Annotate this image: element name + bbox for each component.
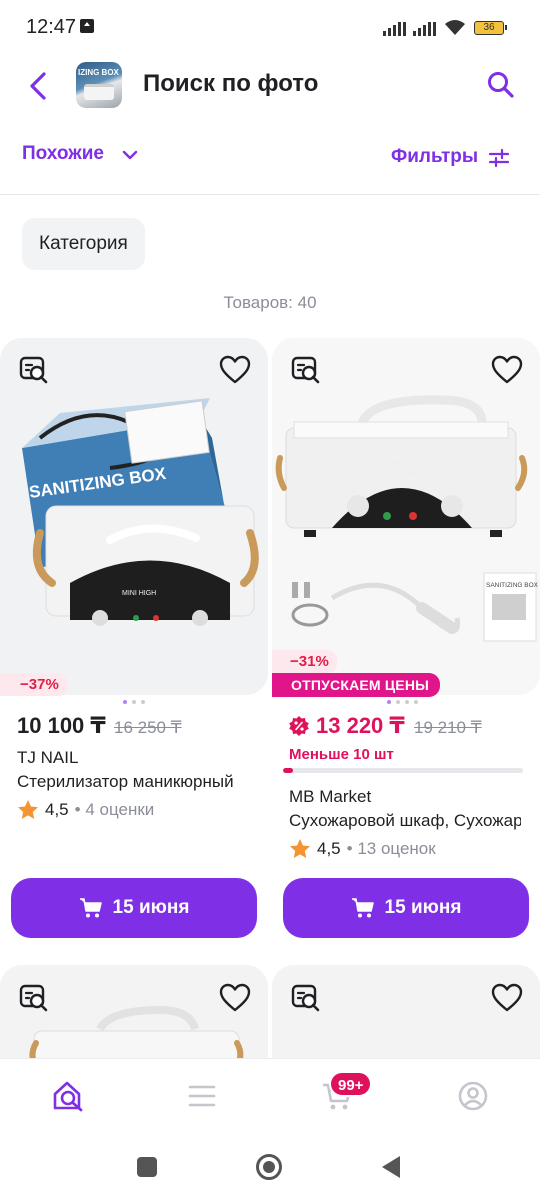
reviews-count: • 13 оценок (346, 838, 436, 858)
search-photo-thumbnail[interactable]: IZING BOX (76, 62, 122, 108)
similar-sort-dropdown[interactable]: Похожие (22, 143, 104, 165)
image-pager-dots (387, 700, 418, 704)
star-icon (18, 800, 38, 819)
battery-icon: 36 (474, 21, 507, 35)
chevron-down-icon[interactable] (121, 147, 139, 163)
recent-apps-button[interactable] (136, 1156, 158, 1178)
nav-catalog-icon[interactable] (185, 1079, 219, 1113)
product-price: 13 220 ₸ (316, 713, 405, 738)
system-back-button[interactable] (380, 1154, 402, 1180)
filters-button[interactable]: Фильтры (391, 146, 478, 168)
rating-value: 4,5 (45, 799, 69, 819)
category-chip[interactable]: Категория (22, 218, 145, 270)
seller-name: TJ NAIL (17, 748, 79, 767)
signal-icon (413, 22, 436, 36)
signal-icon (383, 22, 406, 36)
svg-text:MINI HIGH: MINI HIGH (122, 590, 156, 597)
results-count: Товаров: 40 (223, 293, 317, 312)
product-price: 10 100 ₸ (17, 713, 106, 738)
old-price: 19 210 ₸ (414, 718, 482, 737)
product-rating: 4,5 • 4 оценки (17, 799, 154, 820)
star-icon (290, 839, 310, 858)
back-button[interactable] (24, 66, 56, 106)
status-bar: 12:47 36 (0, 0, 540, 56)
filters-icon[interactable] (487, 146, 511, 170)
discount-badge: −31% (272, 650, 337, 673)
wifi-icon (445, 20, 465, 35)
stock-warning: Меньше 10 шт (289, 746, 394, 763)
product-photo: MINI HIGH MINI HIGH TEMPERATURE STERILIZ… (272, 338, 540, 695)
similar-search-icon[interactable] (290, 982, 322, 1014)
favorite-heart-icon[interactable] (491, 983, 523, 1013)
divider (0, 194, 540, 195)
screen: 12:47 36 IZING BOX Поиск по фото Похожие… (0, 0, 540, 1200)
search-icon[interactable] (486, 70, 516, 100)
discount-badge: −37% (0, 673, 67, 696)
home-button[interactable] (255, 1153, 283, 1181)
add-to-cart-button[interactable]: 15 июня (11, 878, 257, 938)
delivery-date: 15 июня (112, 897, 190, 918)
thumbnail-text: IZING BOX (78, 68, 119, 77)
cart-icon (79, 898, 102, 918)
system-navigation-bar (0, 1138, 540, 1200)
sale-percent-icon (289, 716, 309, 736)
cart-count-badge: 99+ (329, 1071, 373, 1097)
favorite-heart-icon[interactable] (219, 983, 251, 1013)
seller-name: MB Market (289, 787, 372, 806)
rating-value: 4,5 (317, 838, 341, 858)
cart-icon (351, 898, 374, 918)
booklet-text: SANITIZING BOX (486, 582, 539, 589)
delivery-date: 15 июня (384, 897, 462, 918)
similar-search-icon[interactable] (18, 354, 50, 386)
image-pager-dots (123, 700, 145, 704)
add-to-cart-button[interactable]: 15 июня (283, 878, 529, 938)
nav-profile-icon[interactable] (456, 1079, 490, 1113)
product-image[interactable]: MINI HIGH MINI HIGH TEMPERATURE STERILIZ… (272, 338, 540, 695)
similar-search-icon[interactable] (290, 354, 322, 386)
status-time: 12:47 (26, 16, 77, 38)
svg-text:MINI HIGH: MINI HIGH (376, 460, 408, 467)
product-name[interactable]: Сухожаровой шкаф, Сухожаровой (289, 811, 521, 831)
favorite-heart-icon[interactable] (491, 355, 523, 385)
upload-indicator-icon (80, 19, 94, 33)
product-name[interactable]: Стерилизатор маникюрный (17, 772, 262, 792)
reviews-count: • 4 оценки (74, 799, 155, 819)
page-title: Поиск по фото (143, 70, 319, 97)
nav-home-search-icon[interactable] (51, 1079, 85, 1113)
product-rating: 4,5 • 13 оценок (289, 838, 436, 859)
price-promo-badge: ОТПУСКАЕМ ЦЕНЫ (272, 673, 441, 697)
stock-level-bar (283, 768, 523, 773)
product-image[interactable]: SANITIZING BOX MINI HIGH (0, 338, 268, 695)
favorite-heart-icon[interactable] (219, 355, 251, 385)
device-print-text: MINI HIGH TEMPERATURE STERILIZER (356, 470, 478, 477)
old-price: 16 250 ₸ (114, 718, 182, 737)
product-photo: SANITIZING BOX MINI HIGH (22, 398, 259, 626)
similar-search-icon[interactable] (18, 982, 50, 1014)
thumbnail-product (84, 84, 114, 100)
